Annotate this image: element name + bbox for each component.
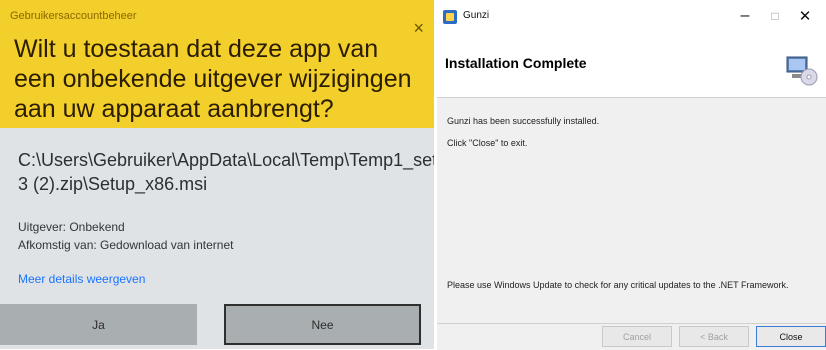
uac-app-label: Gebruikersaccountbeheer (10, 10, 137, 22)
installer-body: Gunzi has been successfully installed. C… (437, 98, 826, 324)
window-title: Gunzi (463, 10, 490, 21)
uac-origin: Afkomstig van: Gedownload van internet (18, 238, 234, 252)
uac-file-path: C:\Users\Gebruiker\AppData\Local\Temp\Te… (18, 150, 434, 194)
installer-footer: Cancel < Back Close (437, 323, 826, 350)
back-button[interactable]: < Back (679, 326, 749, 347)
uac-no-button[interactable]: Nee (224, 304, 421, 345)
installer-window: Gunzi – □ ✕ Installation Complete Gunzi … (437, 0, 826, 350)
computer-cd-icon (786, 56, 818, 86)
update-notice: Please use Windows Update to check for a… (447, 280, 789, 290)
exit-instruction: Click "Close" to exit. (447, 138, 528, 148)
installer-header-title: Installation Complete (445, 55, 587, 71)
minimize-button[interactable]: – (730, 4, 760, 28)
close-button[interactable]: Close (756, 326, 826, 347)
title-bar: Gunzi – □ ✕ (437, 0, 826, 33)
uac-yes-button[interactable]: Ja (0, 304, 197, 345)
cancel-button[interactable]: Cancel (602, 326, 672, 347)
uac-publisher-info: Uitgever: Onbekend Afkomstig van: Gedown… (18, 218, 233, 254)
maximize-button[interactable]: □ (760, 4, 790, 28)
installer-header: Installation Complete (437, 33, 826, 98)
success-message: Gunzi has been successfully installed. (447, 116, 600, 126)
uac-publisher: Uitgever: Onbekend (18, 220, 125, 234)
uac-dialog: Gebruikersaccountbeheer × Wilt u toestaa… (0, 0, 434, 349)
uac-question: Wilt u toestaan dat deze app van een onb… (14, 35, 412, 123)
app-icon (443, 10, 457, 24)
uac-details-link[interactable]: Meer details weergeven (18, 272, 145, 286)
uac-header: Gebruikersaccountbeheer × Wilt u toestaa… (0, 0, 434, 128)
close-icon[interactable]: × (413, 18, 424, 39)
window-close-button[interactable]: ✕ (790, 4, 820, 28)
